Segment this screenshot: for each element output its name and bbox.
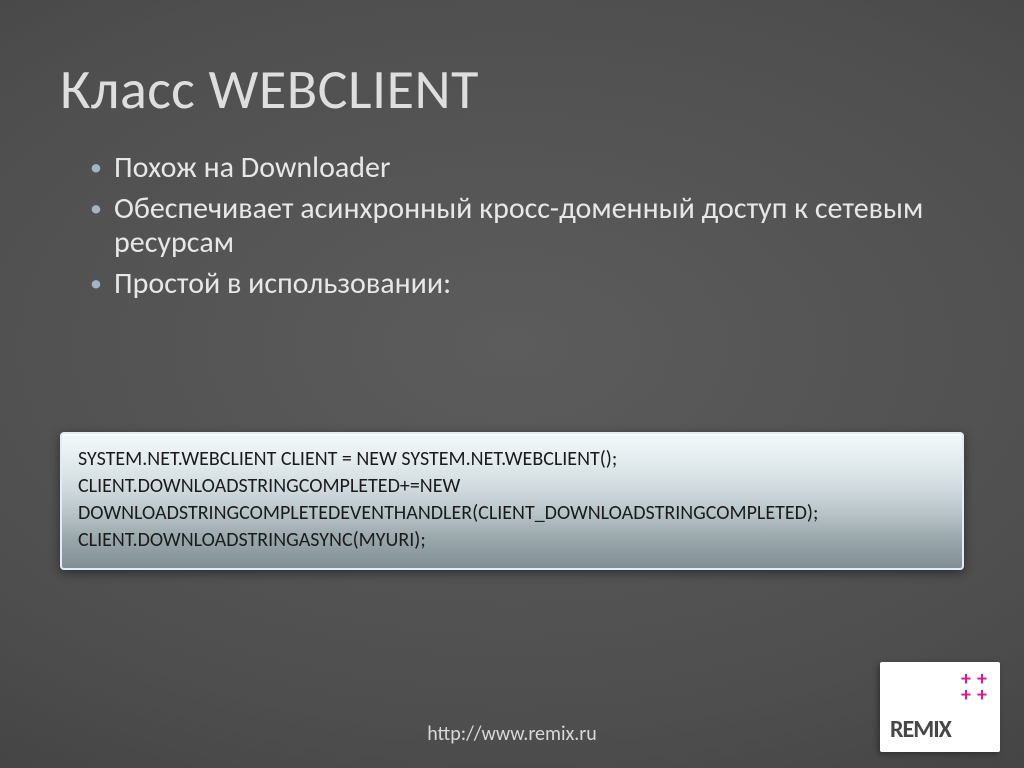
logo-brand-text: REMIX	[890, 715, 951, 744]
code-line: SYSTEM.NET.WEBCLIENT CLIENT = NEW SYSTEM…	[78, 447, 617, 471]
slide-title: Класс WEBCLIENT	[60, 56, 964, 124]
plus-grid-icon: ++ ++	[958, 672, 990, 704]
bullet-item: • Похож на Downloader	[78, 151, 964, 186]
bullet-marker-icon: •	[78, 267, 114, 301]
bullet-text: Похож на Downloader	[114, 151, 964, 186]
remix-logo: ++ ++ REMIX	[880, 662, 1000, 752]
code-line: CLIENT.DOWNLOADSTRINGASYNC(MYURI);	[78, 528, 426, 552]
code-line: DOWNLOADSTRINGCOMPLETEDEVENTHANDLER(CLIE…	[78, 501, 818, 525]
code-line: CLIENT.DOWNLOADSTRINGCOMPLETED+=NEW	[78, 474, 460, 498]
bullet-text: Обеспечивает асинхронный кросс-доменный …	[114, 192, 964, 261]
plus-icon: +	[958, 688, 974, 702]
bullet-text: Простой в использовании:	[114, 267, 964, 302]
bullet-list: • Похож на Downloader • Обеспечивает аси…	[78, 145, 964, 307]
plus-icon: +	[974, 688, 990, 702]
bullet-marker-icon: •	[78, 151, 114, 185]
footer-url: http://www.remix.ru	[0, 722, 1024, 746]
bullet-marker-icon: •	[78, 192, 114, 226]
bullet-item: • Обеспечивает асинхронный кросс-доменны…	[78, 192, 964, 261]
slide: Класс WEBCLIENT • Похож на Downloader • …	[0, 0, 1024, 768]
code-example-box: SYSTEM.NET.WEBCLIENT CLIENT = NEW SYSTEM…	[60, 432, 964, 570]
bullet-item: • Простой в использовании:	[78, 267, 964, 302]
